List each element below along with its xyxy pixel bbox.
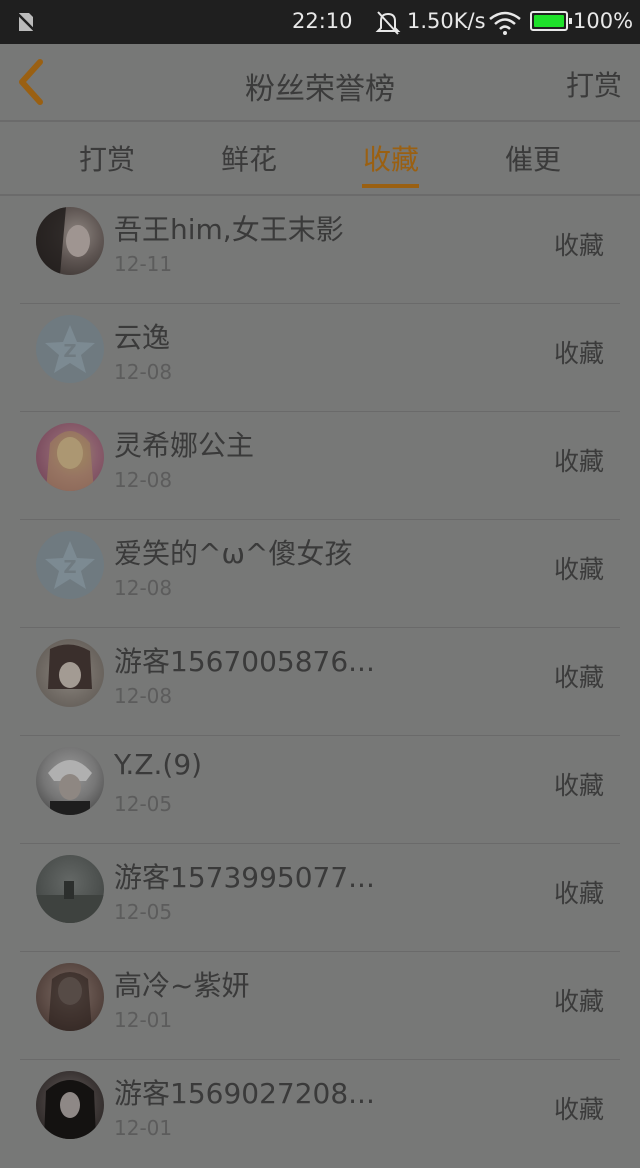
fan-date: 12-08 [114,468,173,492]
fan-action: 收藏 [553,987,604,1016]
fan-name: 游客1569027208... [114,1077,375,1110]
wifi-icon [489,11,521,35]
fan-name: 云逸 [114,321,171,354]
list-item[interactable]: 游客1573995077... 12-05 收藏 [0,844,640,952]
svg-text:Z: Z [63,557,76,578]
list-item[interactable]: 高冷~紫妍 12-01 收藏 [0,952,640,1060]
fan-date: 12-05 [114,900,173,924]
list-item[interactable]: 游客1567005876... 12-08 收藏 [0,628,640,736]
avatar [36,747,104,815]
list-item[interactable]: Y.Z.(9) 12-05 收藏 [0,736,640,844]
default-star-icon: Z [45,541,95,589]
list-item[interactable]: 游客1569027208... 12-01 收藏 [0,1060,640,1168]
fan-name: 吾王him,女王末影 [114,213,344,246]
fan-action: 收藏 [553,231,604,260]
fan-name: Y.Z.(9) [114,748,203,781]
avatar [36,963,104,1031]
avatar [36,855,104,923]
fan-action: 收藏 [553,879,604,908]
fan-action: 收藏 [553,663,604,692]
tab-reward[interactable]: 打赏 [47,138,167,178]
status-time: 22:10 [292,9,353,33]
tab-bar: 打赏 鲜花 收藏 催更 [0,122,640,194]
fan-action: 收藏 [553,1095,604,1124]
fan-name: 高冷~紫妍 [114,969,250,1002]
fan-date: 12-08 [114,684,173,708]
fan-date: 12-01 [114,1008,173,1032]
fan-action: 收藏 [553,555,604,584]
page-title: 粉丝荣誉榜 [245,72,395,107]
fan-name: 游客1573995077... [114,861,375,894]
fan-name: 灵希娜公主 [114,429,255,462]
bell-off-icon [375,11,401,35]
avatar [36,423,104,491]
fan-action: 收藏 [553,771,604,800]
fan-date: 12-05 [114,792,173,816]
fan-name: 爱笑的^ω^傻女孩 [114,537,353,570]
fan-date: 12-08 [114,576,173,600]
list-item[interactable]: Z 云逸 12-08 收藏 [0,304,640,412]
list-item[interactable]: Z 爱笑的^ω^傻女孩 12-08 收藏 [0,520,640,628]
fan-name: 游客1567005876... [114,645,375,678]
fan-action: 收藏 [553,447,604,476]
battery-percent: 100% [573,9,634,33]
avatar [36,207,104,275]
list-item[interactable]: 吾王him,女王末影 12-11 收藏 [0,196,640,304]
avatar [36,1071,104,1139]
no-sim-icon [16,12,36,32]
network-speed: 1.50K/s [407,9,486,33]
avatar: Z [36,315,104,383]
tab-favorites[interactable]: 收藏 [331,138,451,178]
battery-icon [530,11,572,31]
reward-button[interactable]: 打赏 [566,64,622,104]
avatar [36,639,104,707]
fan-date: 12-08 [114,360,173,384]
default-star-icon: Z [45,325,95,373]
tab-flowers[interactable]: 鲜花 [189,138,309,178]
svg-text:Z: Z [63,341,76,362]
active-tab-indicator [362,184,419,188]
fan-date: 12-11 [114,252,173,276]
list-item[interactable]: 灵希娜公主 12-08 收藏 [0,412,640,520]
top-app-bar: 粉丝荣誉榜 打赏 [0,44,640,120]
avatar: Z [36,531,104,599]
fan-date: 12-01 [114,1116,173,1140]
tab-urge-update[interactable]: 催更 [473,138,593,178]
status-bar: 22:10 1.50K/s 100% [0,0,640,44]
fan-action: 收藏 [553,339,604,368]
